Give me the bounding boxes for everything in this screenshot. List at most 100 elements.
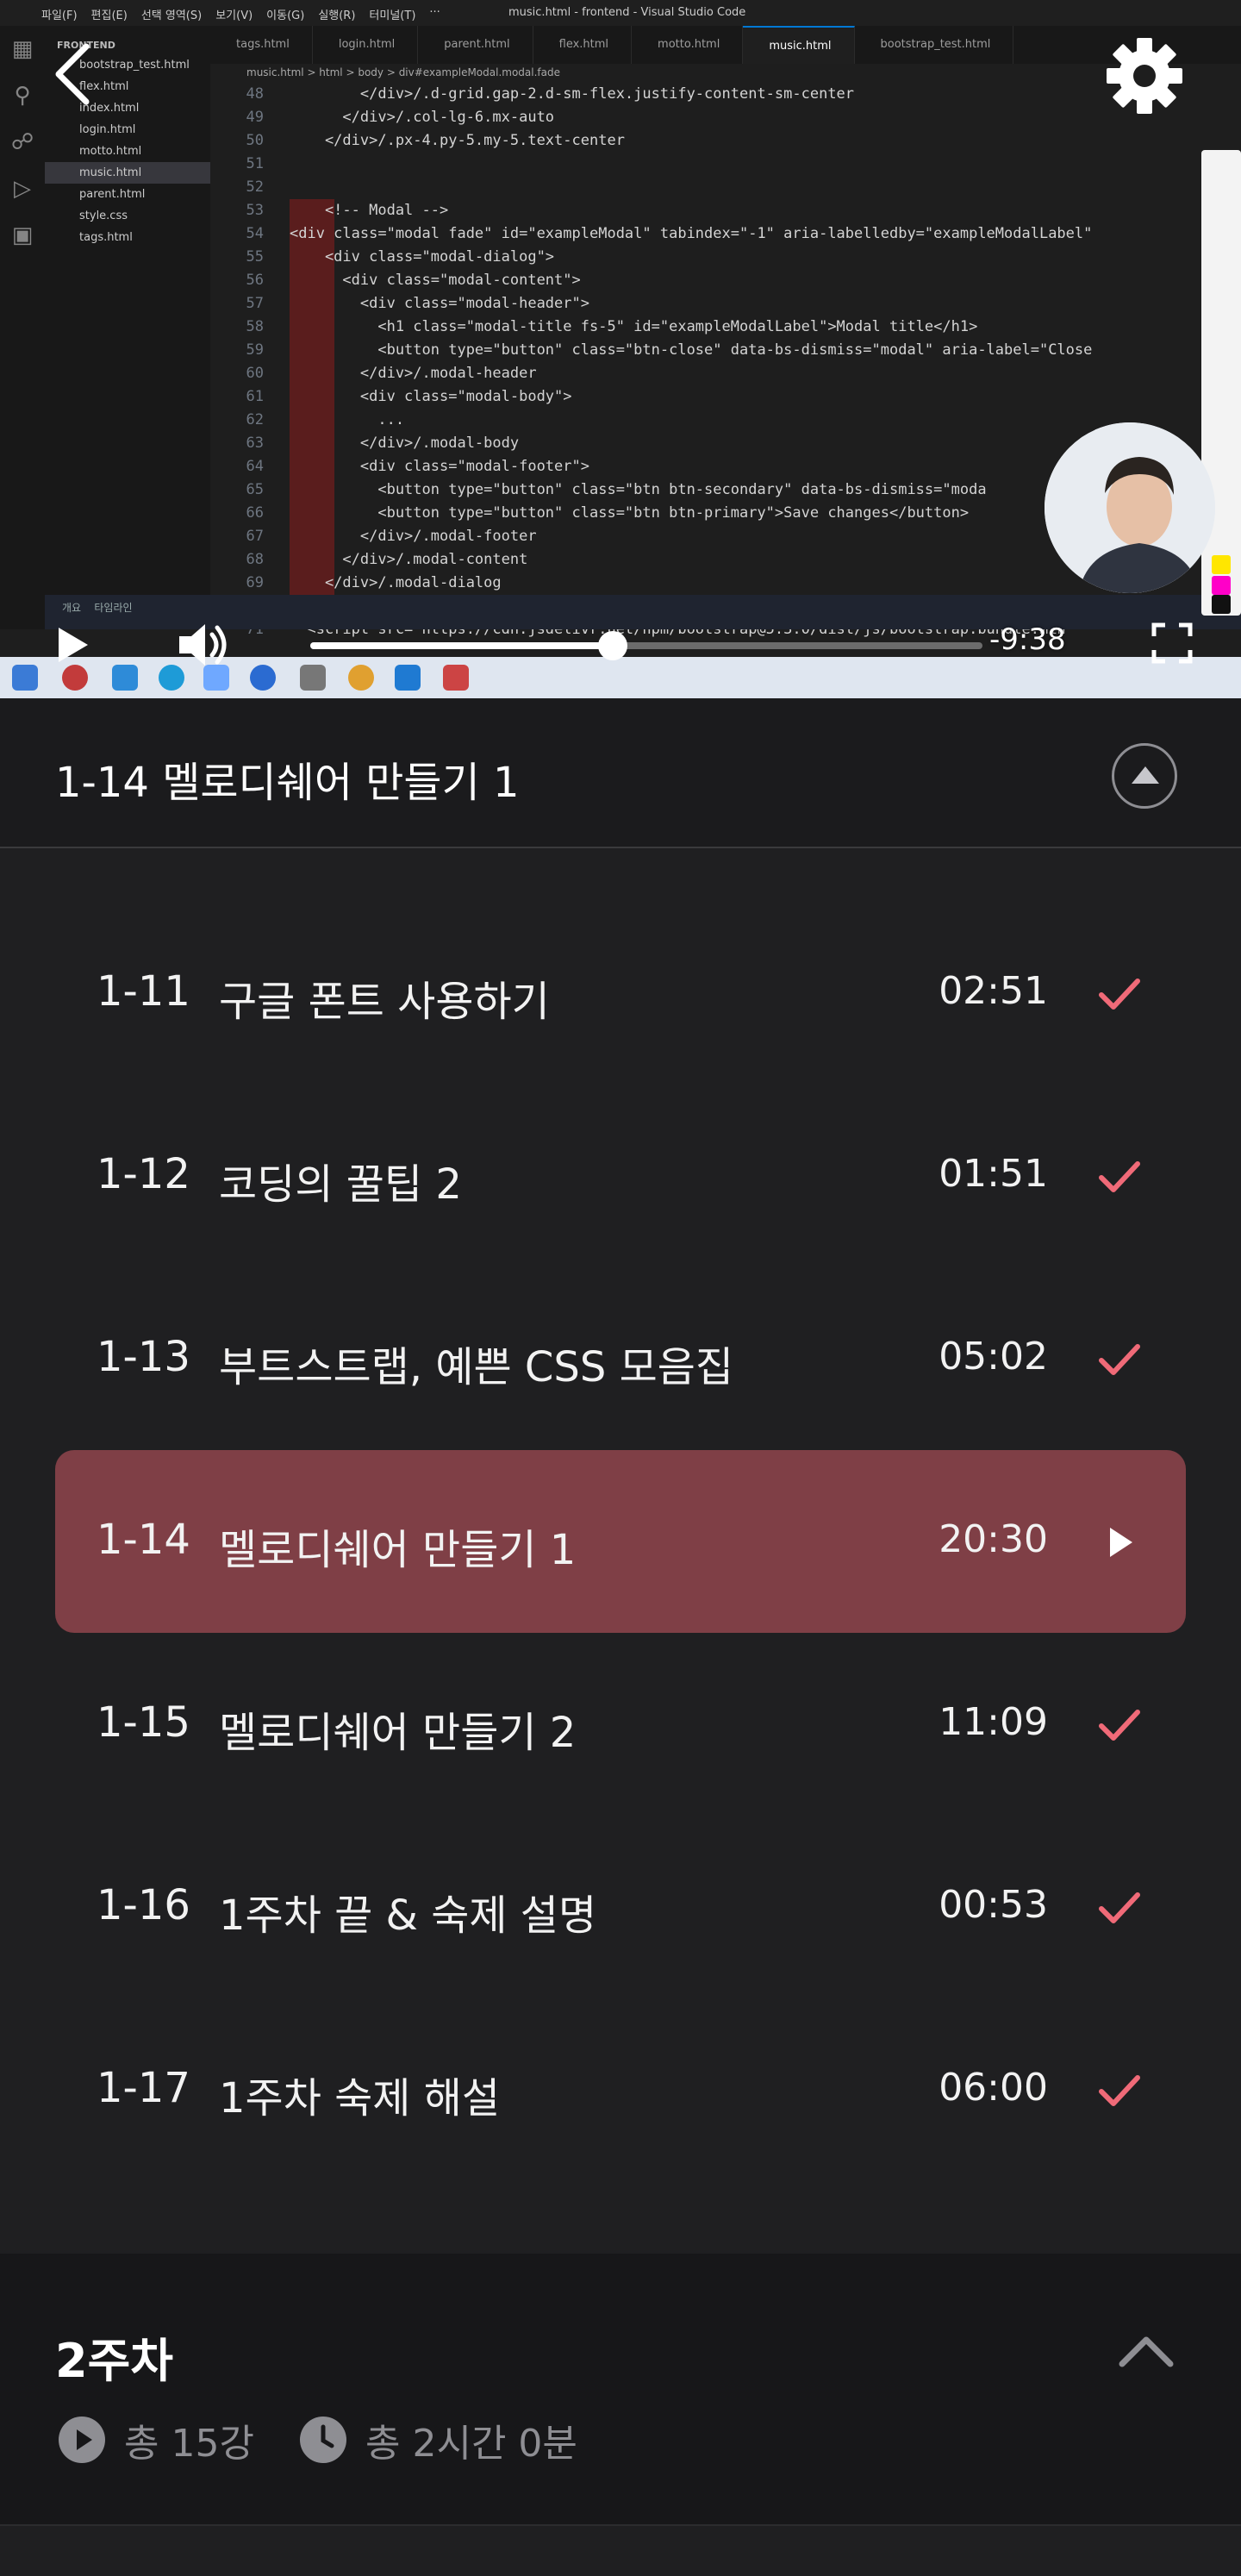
lecture-title: 1주차 숙제 해설 [219, 2074, 501, 2123]
collapse-button[interactable] [1112, 743, 1177, 809]
code-text: <div class="modal-footer"> [290, 458, 589, 475]
code-line: 59 <button type="button" class="btn-clos… [210, 339, 1176, 362]
lecture-duration: 11:09 [939, 1700, 1048, 1744]
line-number: 66 [246, 504, 264, 522]
code-line: 68 </div>/.modal-content [210, 548, 1176, 572]
app-icon [62, 665, 88, 691]
settings-button[interactable] [1103, 34, 1186, 117]
line-number: 58 [246, 318, 264, 335]
code-line: 64 <div class="modal-footer"> [210, 455, 1176, 478]
lecture-number: 1-17 [97, 2064, 190, 2112]
explorer-file: tags.html [79, 231, 133, 244]
lecture-title: 부트스트랩, 예쁜 CSS 모음집 [219, 1343, 734, 1391]
lecture-item[interactable]: 1-14 멜로디쉐어 만들기 1 20:30 [55, 1450, 1186, 1633]
lecture-item[interactable]: 1-10데일리모도 만들기17:25 [55, 850, 1186, 902]
editor-tab: bootstrap_test.html [855, 26, 1014, 64]
lecture-number: 1-15 [97, 1698, 190, 1747]
lecture-title: 멜로디쉐어 만들기 1 [219, 1526, 577, 1574]
line-number: 68 [246, 551, 264, 568]
editor-menu-item: 실행(R) [318, 9, 356, 22]
line-number: 65 [246, 481, 264, 498]
time-remaining: -9:38 [989, 622, 1066, 657]
collapse-up-icon [1132, 766, 1159, 784]
explorer-file: motto.html [79, 145, 142, 158]
checkmark-icon [1099, 1892, 1140, 1923]
lecture-item[interactable]: 1-11 구글 폰트 사용하기 02:51 [55, 902, 1186, 1085]
line-number: 57 [246, 295, 264, 312]
timeline-label: 타임라인 [94, 602, 133, 614]
progress-bar[interactable] [310, 631, 982, 660]
back-button[interactable] [50, 40, 98, 109]
lecture-number: 1-13 [97, 1333, 190, 1381]
editor-menu-item: 이동(G) [266, 9, 305, 22]
code-line: 52 [210, 176, 1176, 199]
lecture-list[interactable]: 1-10데일리모도 만들기17:251-11구글 폰트 사용하기02:511-1… [0, 850, 1241, 2255]
line-number: 56 [246, 272, 264, 289]
editor-window-title: music.html - frontend - Visual Studio Co… [508, 6, 746, 19]
lecture-item[interactable]: 1-12 코딩의 꿀팁 2 01:51 [55, 1085, 1186, 1267]
lecture-item[interactable]: 1-15 멜로디쉐어 만들기 2 11:09 [55, 1633, 1186, 1816]
editor-tab: music.html [743, 26, 855, 64]
video-player[interactable]: 파일(F) 편집(E) 선택 영역(S) 보기(V) 이동(G) 실행(R) 터미널(T) ·… [0, 0, 1241, 698]
lecture-duration: 06:00 [939, 2066, 1048, 2110]
play-icon [59, 628, 88, 662]
lecture-title: 1주차 끝 & 숙제 설명 [219, 1891, 597, 1940]
checkmark-icon [1099, 1344, 1140, 1375]
chevron-up-icon [1119, 2336, 1174, 2367]
lecture-duration: 20:30 [939, 1517, 1048, 1561]
lecture-item[interactable]: 1-13 부트스트랩, 예쁜 CSS 모음집 05:02 [55, 1267, 1186, 1450]
code-text: <!-- Modal --> [290, 202, 449, 219]
app-icon [300, 665, 326, 691]
line-number: 60 [246, 365, 264, 382]
code-line: 55 <div class="modal-dialog"> [210, 246, 1176, 269]
line-number: 61 [246, 388, 264, 405]
editor-tab: motto.html [632, 26, 744, 64]
progress-fill [310, 642, 613, 649]
explorer-icon: ▦ [11, 36, 34, 62]
play-icon [1110, 1528, 1132, 1557]
code-text: </div>/.modal-header [290, 365, 537, 382]
code-text: <button type="button" class="btn btn-pri… [290, 504, 970, 522]
editor-menu-item: 터미널(T) [369, 9, 416, 22]
chrome-icon [348, 665, 374, 691]
week-lesson-count: 총 15강 [59, 2412, 254, 2467]
editor-menu-item: 편집(E) [90, 9, 128, 22]
lecture-item[interactable]: 1-17 1주차 숙제 해설 06:00 [55, 1998, 1186, 2181]
fullscreen-button[interactable] [1151, 622, 1193, 664]
progress-handle[interactable] [598, 631, 627, 660]
week-expand-button[interactable] [1117, 2333, 1176, 2371]
explorer-file: music.html [45, 162, 210, 184]
code-line: 51 [210, 153, 1176, 176]
week-section[interactable]: 2주차 총 15강 총 2시간 0분 [0, 2254, 1241, 2524]
line-number: 54 [246, 225, 264, 242]
editor-tab: tags.html [210, 26, 313, 64]
editor-explorer: FRONTEND bootstrap_test.html flex.html ind… [45, 26, 210, 629]
code-line: 67 </div>/.modal-footer [210, 525, 1176, 548]
code-line: 50 </div>/.px-4.py-5.my-5.text-center [210, 129, 1176, 153]
now-playing-title: 1-14 멜로디쉐어 만들기 1 [55, 759, 520, 807]
code-text: <div class="modal-content"> [290, 272, 581, 289]
code-line: 66 <button type="button" class="btn btn-… [210, 502, 1176, 525]
lecture-number: 1-14 [97, 1516, 190, 1564]
week-title: 2주차 [55, 2334, 173, 2388]
line-number: 67 [246, 528, 264, 545]
editor-breadcrumb: music.html > html > body > div#exampleMo… [246, 66, 560, 78]
code-line: 48 </div>/.d-grid.gap-2.d-sm-flex.justif… [210, 83, 1176, 106]
code-text: <div class="modal-body"> [290, 388, 572, 405]
code-line: 63 </div>/.modal-body [210, 432, 1176, 455]
app-icon [443, 665, 469, 691]
code-line: 58 <h1 class="modal-title fs-5" id="exam… [210, 316, 1176, 339]
line-number: 62 [246, 411, 264, 428]
volume-button[interactable] [178, 621, 233, 669]
code-text: </div>/.d-grid.gap-2.d-sm-flex.justify-c… [290, 85, 855, 103]
explorer-file: login.html [79, 123, 136, 136]
bottom-divider [0, 2524, 1241, 2576]
lecture-item[interactable]: 1-16 1주차 끝 & 숙제 설명 00:53 [55, 1816, 1186, 1998]
checkmark-icon [1099, 979, 1140, 1010]
vscode-icon [395, 665, 421, 691]
editor-tabs: tags.html login.html parent.html flex.html m… [210, 26, 1241, 64]
editor-menu-item: 파일(F) [41, 9, 78, 22]
app-icon [250, 665, 276, 691]
clock-icon [300, 2417, 346, 2463]
play-button[interactable] [55, 626, 90, 664]
